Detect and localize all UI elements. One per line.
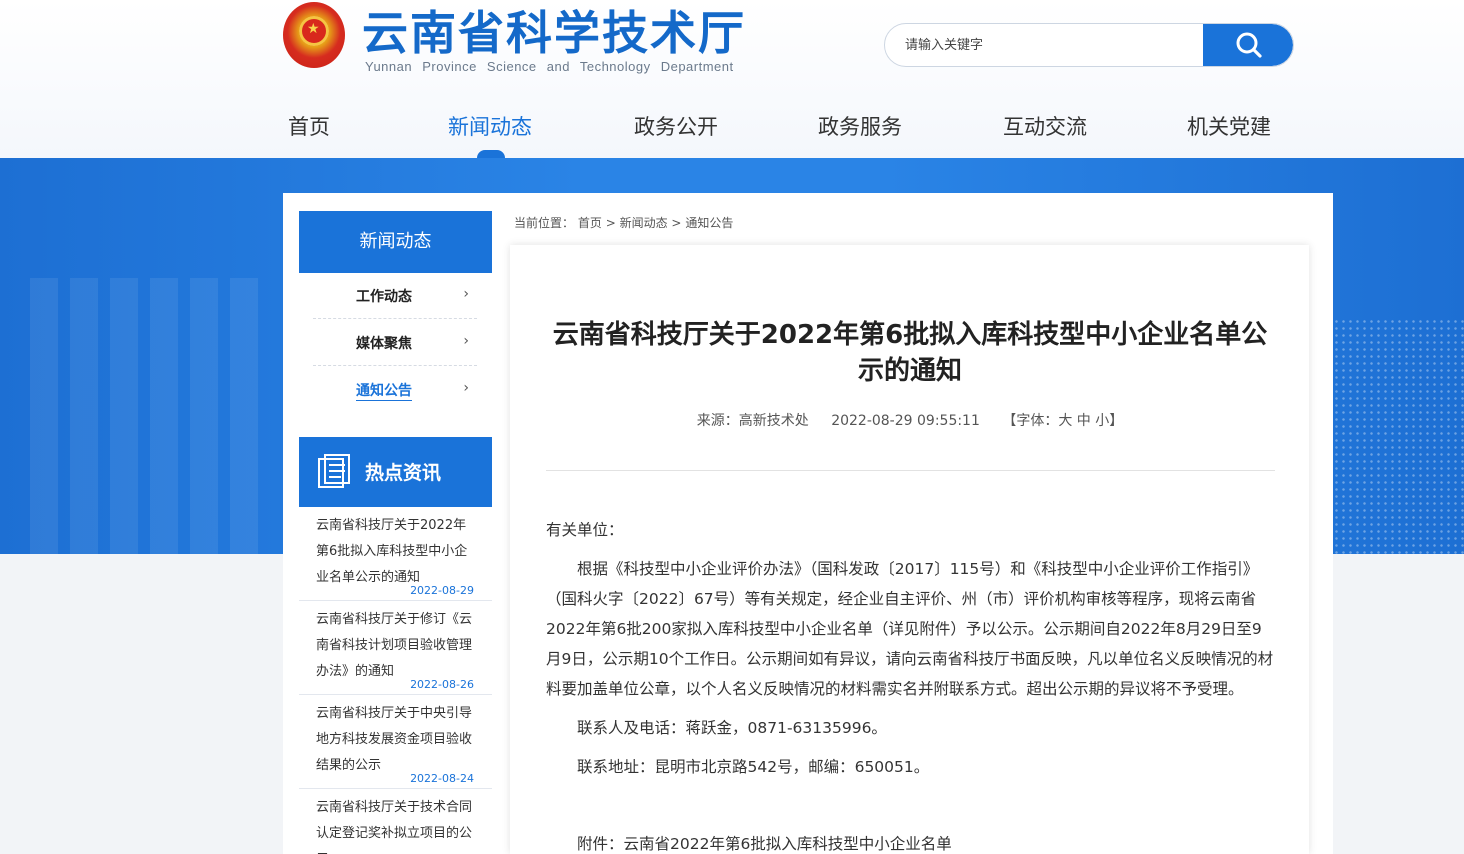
chevron-right-icon: › (463, 333, 469, 349)
sidebar-item-notices[interactable]: 通知公告 › (313, 367, 477, 413)
national-emblem-icon[interactable]: ★ (283, 2, 345, 68)
hot-news-title: 热点资讯 (365, 462, 442, 484)
article-source: 来源：高新技术处 (696, 413, 809, 429)
list-item-date: 2022-08-29 (410, 584, 474, 597)
article-contact: 联系人及电话：蒋跃金，0871-63135996。 (577, 719, 887, 737)
breadcrumb-separator: > (605, 216, 616, 230)
chevron-right-icon: › (463, 286, 469, 302)
divider (546, 470, 1275, 471)
nav-item-gov-services[interactable]: 政务服务 (818, 111, 902, 141)
font-size-control[interactable]: 【字体：大 中 小】 (1002, 413, 1123, 429)
breadcrumb-notices[interactable]: 通知公告 (685, 216, 733, 230)
article-title: 云南省科技厅关于2022年第6批拟入库科技型中小企业名单公示的通知 (552, 320, 1268, 386)
search-icon (1236, 32, 1262, 58)
sidebar-item-label: 通知公告 (356, 380, 412, 401)
list-item[interactable]: 云南省科技厅关于修订《云南省科技计划项目验收管理办法》的通知 2022-08-2… (299, 601, 492, 695)
main-nav: 首页 新闻动态 政务公开 政务服务 互动交流 机关党建 (0, 100, 1464, 150)
nav-item-gov-affairs[interactable]: 政务公开 (634, 111, 718, 141)
article-paragraph: 根据《科技型中小企业评价办法》（国科发政〔2017〕115号）和《科技型中小企业… (546, 560, 1274, 698)
breadcrumb-news[interactable]: 新闻动态 (620, 216, 668, 230)
list-item-title[interactable]: 云南省科技厅关于中央引导地方科技发展资金项目验收结果的公示 (316, 701, 478, 779)
list-item[interactable]: 云南省科技厅关于技术合同认定登记奖补拟立项目的公示 (299, 789, 492, 854)
list-item[interactable]: 云南省科技厅关于2022年第6批拟入库科技型中小企业名单公示的通知 2022-0… (299, 507, 492, 601)
hot-news-list: 云南省科技厅关于2022年第6批拟入库科技型中小企业名单公示的通知 2022-0… (299, 507, 492, 854)
list-item-date: 2022-08-24 (410, 772, 474, 785)
nav-item-interaction[interactable]: 互动交流 (1003, 111, 1087, 141)
search-button[interactable] (1203, 24, 1293, 66)
search-input[interactable] (885, 24, 1203, 66)
breadcrumb-home[interactable]: 首页 (578, 216, 602, 230)
article-attachment-link[interactable]: 附件：云南省2022年第6批拟入库科技型中小企业名单 (546, 829, 1276, 854)
article-salutation: 有关单位： (546, 521, 624, 539)
breadcrumb: 当前位置： 首页 > 新闻动态 > 通知公告 (514, 214, 733, 231)
search-box (884, 23, 1294, 67)
site-subtitle: Yunnan Province Science and Technology D… (365, 59, 734, 74)
article-meta: 来源：高新技术处 2022-08-29 09:55:11 【字体：大 中 小】 (545, 410, 1275, 430)
list-item-title[interactable]: 云南省科技厅关于修订《云南省科技计划项目验收管理办法》的通知 (316, 607, 478, 685)
sidebar-item-work-news[interactable]: 工作动态 › (313, 273, 477, 319)
list-item-title[interactable]: 云南省科技厅关于技术合同认定登记奖补拟立项目的公示 (316, 795, 478, 854)
article-datetime: 2022-08-29 09:55:11 (831, 413, 980, 429)
sidebar-item-label: 工作动态 (356, 289, 412, 305)
sidebar-item-media[interactable]: 媒体聚焦 › (313, 320, 477, 366)
breadcrumb-separator: > (671, 216, 682, 230)
breadcrumb-prefix: 当前位置： (514, 216, 575, 230)
document-icon (318, 454, 350, 488)
site-title[interactable]: 云南省科学技术厅 (362, 6, 746, 60)
site-header: ★ 云南省科学技术厅 Yunnan Province Science and T… (0, 0, 1464, 158)
list-item-title[interactable]: 云南省科技厅关于2022年第6批拟入库科技型中小企业名单公示的通知 (316, 513, 478, 591)
nav-active-marker (477, 150, 505, 158)
hot-news-header: 热点资讯 (299, 437, 492, 507)
sidebar-item-label: 媒体聚焦 (356, 336, 412, 352)
sidebar-menu: 工作动态 › 媒体聚焦 › 通知公告 › (299, 273, 492, 413)
chevron-right-icon: › (463, 380, 469, 396)
nav-item-party[interactable]: 机关党建 (1187, 111, 1271, 141)
article-address: 联系地址：昆明市北京路542号，邮编：650051。 (577, 758, 930, 776)
list-item-date: 2022-08-26 (410, 678, 474, 691)
sidebar-title: 新闻动态 (299, 211, 492, 273)
nav-item-home[interactable]: 首页 (288, 111, 330, 141)
list-item[interactable]: 云南省科技厅关于中央引导地方科技发展资金项目验收结果的公示 2022-08-24 (299, 695, 492, 789)
article-body: 有关单位： 根据《科技型中小企业评价办法》（国科发政〔2017〕115号）和《科… (546, 515, 1276, 854)
nav-item-news[interactable]: 新闻动态 (448, 111, 532, 141)
decorative-bars (30, 278, 270, 554)
